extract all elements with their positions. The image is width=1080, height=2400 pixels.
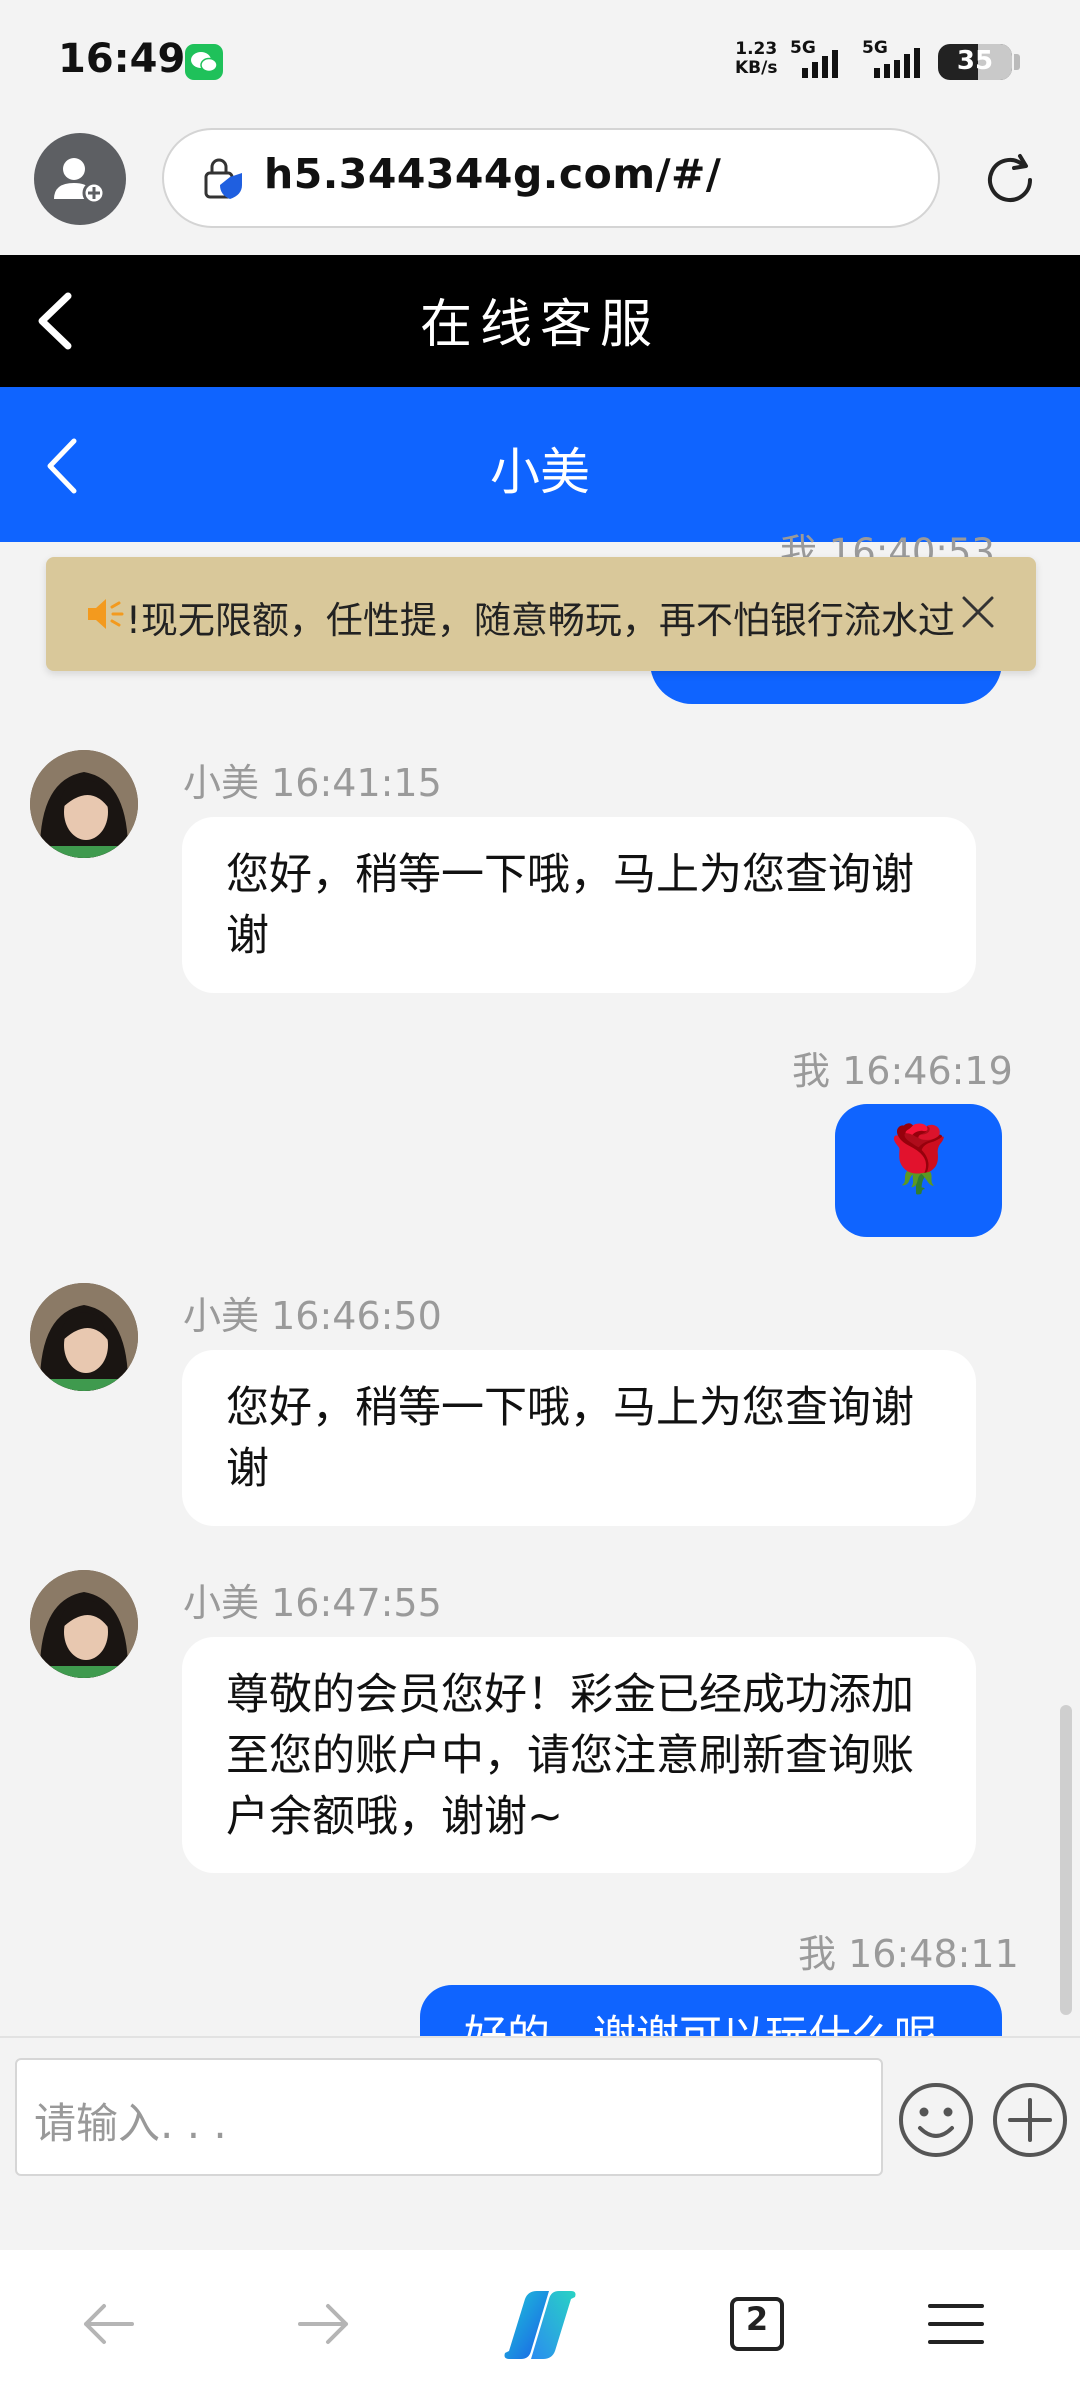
arrow-right-icon[interactable] (294, 2298, 354, 2350)
incoming-message-bubble[interactable]: 尊敬的会员您好！彩金已经成功添加至您的账户中，请您注意刷新查询账户余额哦，谢谢~ (182, 1637, 976, 1873)
agent-avatar[interactable] (30, 1570, 138, 1678)
url-text[interactable]: h5.344344g.com/#/ (264, 150, 721, 198)
battery-icon: 35 (938, 44, 1012, 80)
wechat-notification-icon (185, 44, 223, 80)
battery-tip (1014, 54, 1020, 70)
agent-avatar[interactable] (30, 1283, 138, 1391)
incoming-message-bubble[interactable]: 您好，稍等一下哦，马上为您查询谢谢 (182, 1350, 976, 1526)
chat-agent-name: 小美 (490, 443, 590, 501)
message-meta: 我 16:46:19 (792, 1049, 1013, 1093)
copilot-icon[interactable] (495, 2285, 585, 2365)
agent-avatar[interactable] (30, 750, 138, 858)
status-time: 16:49 (58, 36, 186, 82)
notice-text: !现无限额，任性提，随意畅玩，再不怕银行流水过大 (126, 599, 956, 642)
add-attachment-icon[interactable] (990, 2080, 1070, 2160)
secure-site-icon (204, 158, 242, 199)
page-title: 在线客服 (419, 295, 660, 355)
speaker-icon (88, 599, 124, 629)
tabs-count: 2 (745, 2300, 769, 2338)
outgoing-message-clip: 好的，谢谢可以玩什么呢 (420, 1985, 1002, 2036)
rose-emoji: 🌹 (878, 1123, 959, 1197)
menu-icon[interactable] (926, 2300, 986, 2348)
network-speed: 1.23 KB/s (735, 39, 778, 78)
message-meta: 小美 16:47:55 (183, 1581, 442, 1625)
message-meta: 小美 16:41:15 (183, 761, 442, 805)
emoji-icon[interactable] (896, 2080, 976, 2160)
incoming-message-bubble[interactable]: 您好，稍等一下哦，马上为您查询谢谢 (182, 817, 976, 993)
arrow-left-icon[interactable] (78, 2298, 138, 2350)
message-meta: 我 16:48:11 (798, 1932, 1019, 1976)
outgoing-message-bubble[interactable]: 好的，谢谢可以玩什么呢 (420, 1985, 1002, 2036)
profile-button[interactable] (34, 133, 126, 225)
outgoing-message-bubble[interactable]: 🌹 (835, 1104, 1002, 1237)
chat-scrollbar[interactable] (1060, 1705, 1072, 2015)
signal-bars-icon (802, 50, 838, 78)
message-input-placeholder: 请输入. . . (34, 2099, 227, 2148)
close-icon[interactable] (958, 592, 998, 632)
reload-icon[interactable] (978, 148, 1042, 212)
message-meta: 小美 16:46:50 (183, 1294, 442, 1338)
signal-bars-2-icon (874, 48, 920, 78)
add-user-icon (54, 158, 106, 205)
